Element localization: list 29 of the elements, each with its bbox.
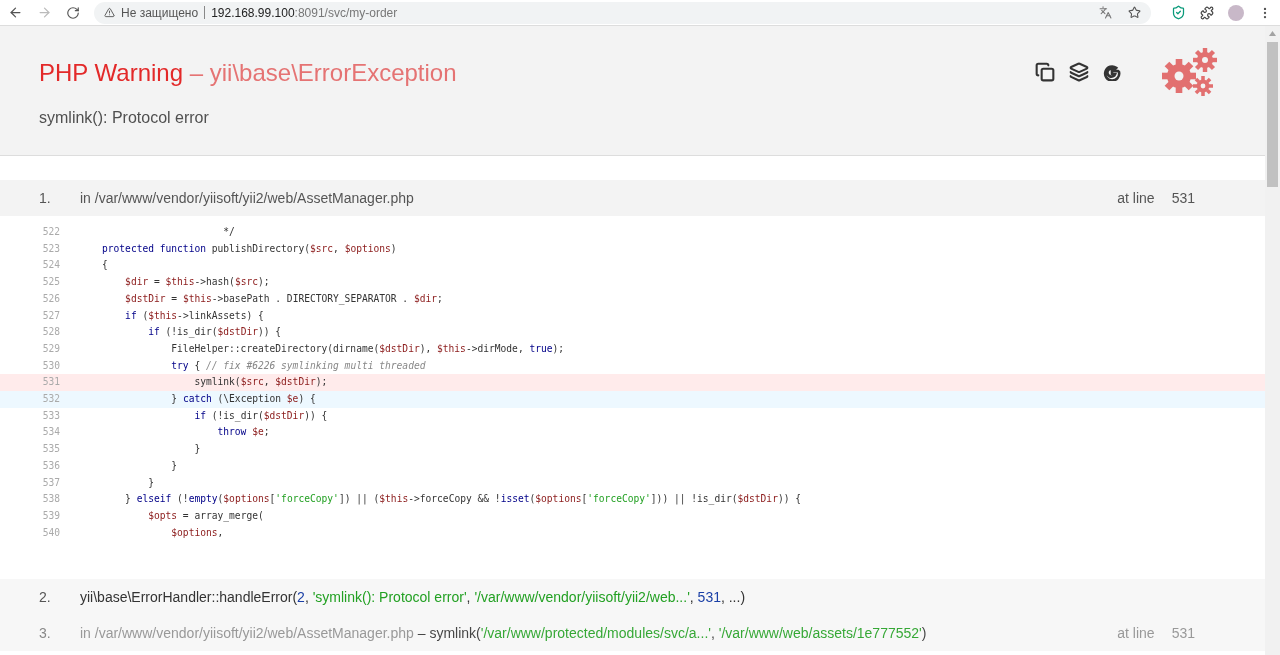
warning-icon [104, 7, 115, 18]
at-line-label: at line [1117, 188, 1155, 208]
back-icon[interactable] [8, 5, 23, 20]
error-title: PHP Warning – yii\base\ErrorException [39, 58, 458, 88]
star-icon[interactable] [1128, 6, 1141, 19]
line-number: 531 [1171, 188, 1195, 208]
stack-frame-header[interactable]: 1. in /var/www/vendor/yiisoft/yii2/web/AssetManager.php at line 531 [0, 180, 1265, 216]
shield-icon[interactable] [1171, 5, 1186, 20]
frame-text: in /var/www/vendor/yiisoft/yii2/web/AssetManager.php – symlink('/var/www/protected/modules/svc/a...', '/var/www/web/assets/1e777552') [80, 623, 927, 643]
security-label: Не защищено [121, 4, 199, 22]
scrollbar-thumb[interactable] [1267, 42, 1278, 187]
stack-frame-header[interactable]: 2. yii\base\ErrorHandler::handleError(2, 'symlink(): Protocol error', '/var/www/vendor/yiisoft/yii2/web...', 531, ...) [0, 579, 1265, 616]
scrollbar[interactable] [1265, 26, 1280, 655]
frame-number: 3. [39, 623, 52, 643]
reload-icon[interactable] [66, 5, 80, 20]
frame-text: yii\base\ErrorHandler::handleError(2, 'symlink(): Protocol error', '/var/www/vendor/yiisoft/yii2/web...', 531, ...) [80, 587, 746, 607]
stack-icon[interactable] [1069, 62, 1089, 82]
copy-icon[interactable] [1035, 62, 1055, 82]
at-line-label: at line [1117, 623, 1155, 643]
line-number: 531 [1171, 623, 1195, 643]
frame-number: 1. [39, 188, 52, 208]
frame-number: 2. [39, 587, 52, 607]
translate-icon[interactable] [1099, 6, 1112, 19]
puzzle-icon[interactable] [1200, 5, 1214, 20]
url-text: 192.168.99.100:8091/svc/my-order [211, 4, 398, 22]
frame-text: in /var/www/vendor/yiisoft/yii2/web/AssetManager.php [80, 188, 414, 208]
error-message: symlink(): Protocol error [39, 108, 210, 128]
stack-frame-header[interactable]: 3. in /var/www/vendor/yiisoft/yii2/web/AssetManager.php – symlink('/var/www/protected/modules/svc/a...', '/var/www/web/assets/1e777552') at line 531 [0, 615, 1265, 652]
address-bar[interactable]: Не защищено 192.168.99.100:8091/svc/my-order [94, 1, 1151, 24]
